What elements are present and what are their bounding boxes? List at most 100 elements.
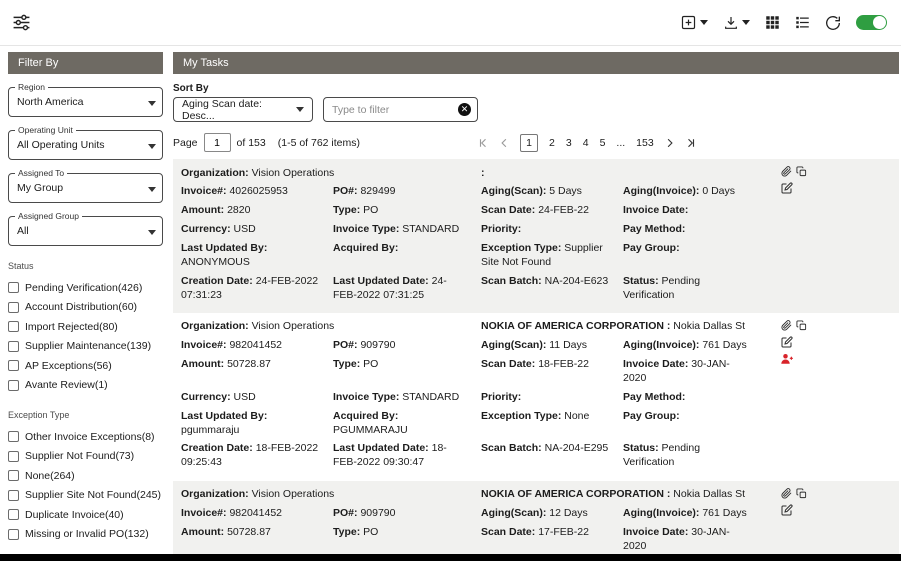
task-card[interactable]: Organization: Vision Operations: Invoice…: [173, 159, 899, 313]
clear-filter-icon[interactable]: ✕: [458, 103, 471, 116]
field-label: Creation Date:: [181, 442, 256, 454]
page-number-input[interactable]: [204, 133, 231, 152]
copy-icon[interactable]: [796, 320, 807, 331]
page-number[interactable]: ...: [616, 137, 625, 149]
page-number[interactable]: 153: [636, 137, 654, 149]
field-label: Scan Date:: [481, 526, 538, 538]
chevron-down-icon: [148, 101, 156, 106]
field-scan-date: Scan Date: 17-FEB-22: [481, 526, 623, 554]
field-aging-invoice: Aging(Invoice): 761 Days: [623, 507, 763, 521]
select-operating-unit[interactable]: Operating UnitAll Operating Units: [8, 130, 163, 160]
page-number[interactable]: 4: [583, 137, 589, 149]
filter-sliders-icon[interactable]: [12, 13, 31, 32]
field-label: Pay Method:: [623, 391, 685, 403]
filter-checkbox-item[interactable]: None(264): [8, 466, 163, 486]
field-value: 0 Days: [702, 185, 735, 197]
select-value: All: [17, 225, 29, 237]
filter-checkbox-item[interactable]: Missing or Invalid PO(132): [8, 525, 163, 545]
field-scan-batch: Scan Batch: NA-204-E623: [481, 275, 623, 303]
field-label: Acquired By:: [333, 242, 398, 254]
page-number[interactable]: 5: [600, 137, 606, 149]
field-invoice: Invoice#: 982041452: [181, 339, 333, 353]
task-card[interactable]: Organization: Vision OperationsNOKIA OF …: [173, 481, 899, 561]
field-label: Status:: [623, 275, 662, 287]
tasks-panel-title: My Tasks: [173, 52, 899, 74]
field-value: 829499: [360, 185, 395, 197]
edit-icon[interactable]: [781, 182, 793, 194]
card-row: Last Updated By: ANONYMOUSAcquired By: E…: [181, 239, 891, 272]
select-assigned-to[interactable]: Assigned ToMy Group: [8, 173, 163, 203]
toggle-switch[interactable]: [856, 15, 887, 30]
attachment-icon[interactable]: [781, 166, 792, 177]
select-region[interactable]: RegionNorth America: [8, 87, 163, 117]
last-page-icon[interactable]: [686, 138, 696, 148]
checkbox[interactable]: [8, 380, 19, 391]
field-label: Amount:: [181, 358, 227, 370]
checkbox[interactable]: [8, 451, 19, 462]
field-value: PO: [363, 358, 378, 370]
checkbox[interactable]: [8, 341, 19, 352]
page-number[interactable]: 2: [549, 137, 555, 149]
checkbox[interactable]: [8, 282, 19, 293]
toolbar-actions: [680, 14, 887, 31]
field-aging-scan: Aging(Scan): 11 Days: [481, 339, 623, 353]
checkbox[interactable]: [8, 490, 19, 501]
first-page-icon[interactable]: [478, 138, 488, 148]
refresh-icon[interactable]: [825, 15, 841, 31]
acquired-user-icon[interactable]: [781, 353, 793, 365]
filter-input[interactable]: [332, 104, 458, 116]
select-value: My Group: [17, 182, 63, 194]
supplier-site: Nokia Dallas St: [673, 488, 745, 500]
filter-checkbox-item[interactable]: Supplier Maintenance(139): [8, 337, 163, 357]
task-card[interactable]: Organization: Vision OperationsNOKIA OF …: [173, 313, 899, 481]
download-icon[interactable]: [723, 15, 750, 31]
grid-view-icon[interactable]: [765, 15, 780, 30]
checkbox[interactable]: [8, 529, 19, 540]
edit-icon[interactable]: [781, 336, 793, 348]
filter-checkbox-item[interactable]: Other Invoice Exceptions(8): [8, 427, 163, 447]
sort-select[interactable]: Aging Scan date: Desc...: [173, 97, 313, 122]
page-number[interactable]: 1: [520, 134, 538, 152]
task-card-list: Organization: Vision Operations: Invoice…: [173, 159, 899, 561]
next-page-icon[interactable]: [665, 138, 675, 148]
field-label: Last Updated By:: [181, 242, 267, 254]
filter-checkbox-item[interactable]: AP Exceptions(56): [8, 356, 163, 376]
prev-page-icon[interactable]: [499, 138, 509, 148]
filter-checkbox-item[interactable]: Duplicate Invoice(40): [8, 505, 163, 525]
list-view-icon[interactable]: [795, 15, 810, 30]
filter-checkbox-item[interactable]: Account Distribution(60): [8, 298, 163, 318]
filter-checkbox-item[interactable]: Supplier Site Not Found(245): [8, 486, 163, 506]
checkbox[interactable]: [8, 431, 19, 442]
chevron-down-icon: [742, 20, 750, 25]
select-label: Operating Unit: [15, 125, 76, 135]
field-label: PO#:: [333, 339, 360, 351]
filter-checkbox-item[interactable]: Import Rejected(80): [8, 317, 163, 337]
filter-checkbox-item[interactable]: Supplier Not Found(73): [8, 447, 163, 467]
checkbox-label: None(264): [25, 470, 75, 482]
attachment-icon[interactable]: [781, 320, 792, 331]
field-aging-invoice: Aging(Invoice): 0 Days: [623, 185, 763, 199]
filter-checkbox-item[interactable]: Avante Review(1): [8, 376, 163, 396]
checkbox[interactable]: [8, 470, 19, 481]
add-new-icon[interactable]: [680, 14, 708, 31]
field-label: Scan Date:: [481, 204, 538, 216]
field-amount: Amount: 50728.87: [181, 526, 333, 554]
page-number[interactable]: 3: [566, 137, 572, 149]
field-exception-type: Exception Type: Supplier Site Not Found: [481, 242, 623, 270]
filter-checkbox-item[interactable]: Pending Verification(426): [8, 278, 163, 298]
checkbox[interactable]: [8, 321, 19, 332]
copy-icon[interactable]: [796, 488, 807, 499]
checkbox-label: Supplier Not Found(73): [25, 450, 134, 462]
field-aging-scan: Aging(Scan): 5 Days: [481, 185, 623, 199]
field-label: Invoice Type:: [333, 223, 402, 235]
checkbox[interactable]: [8, 360, 19, 371]
checkbox[interactable]: [8, 509, 19, 520]
select-assigned-group[interactable]: Assigned GroupAll: [8, 216, 163, 246]
checkbox[interactable]: [8, 302, 19, 313]
copy-icon[interactable]: [796, 166, 807, 177]
attachment-icon[interactable]: [781, 488, 792, 499]
filter-sidebar: Filter By RegionNorth AmericaOperating U…: [8, 46, 163, 561]
field-amount: Amount: 50728.87: [181, 358, 333, 386]
field-label: Exception Type:: [481, 242, 564, 254]
edit-icon[interactable]: [781, 504, 793, 516]
